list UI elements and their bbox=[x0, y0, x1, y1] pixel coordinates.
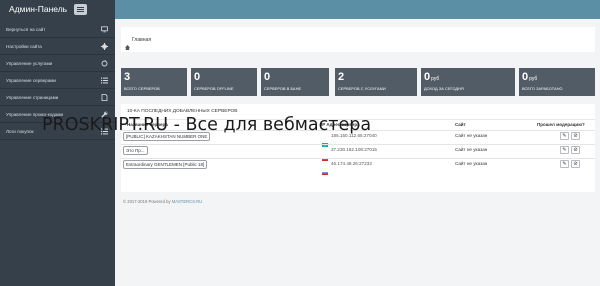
stat-value: 2 bbox=[338, 71, 345, 83]
breadcrumb: Главная bbox=[121, 27, 595, 52]
list-icon bbox=[101, 77, 108, 84]
sidebar-item-services[interactable]: Управление услугами bbox=[0, 55, 115, 72]
sidebar-item-back-to-site[interactable]: Вернуться на сайт bbox=[0, 21, 115, 38]
stat-unit: руб bbox=[529, 76, 538, 82]
edit-icon[interactable]: ✎ bbox=[560, 132, 569, 140]
stat-unit: руб bbox=[431, 76, 440, 82]
footer: © 2017-2019 Powered by MASTERCS.RU bbox=[123, 199, 202, 204]
flag-ru-icon bbox=[322, 162, 328, 175]
stat-value: 0 bbox=[194, 71, 201, 83]
stat-servers-banned: 0 СЕРВЕРОВ В БАНЕ bbox=[261, 68, 329, 96]
server-site: Сайт не указан bbox=[455, 147, 488, 152]
stat-label: СЕРВЕРОВ OFFLINE bbox=[194, 87, 234, 91]
sidebar: Вернуться на сайт Настройки сайта Управл… bbox=[0, 19, 115, 286]
sidebar-item-label: Управление услугами bbox=[6, 61, 53, 66]
sidebar-item-label: Логи покупок bbox=[6, 129, 34, 134]
flag-ru-icon bbox=[322, 148, 328, 161]
stat-servers-offline: 0 СЕРВЕРОВ OFFLINE bbox=[191, 68, 257, 96]
stat-income-today: 0руб ДОХОД ЗА СЕГОДНЯ bbox=[421, 68, 515, 96]
panel-title: 10-КА ПОСЛЕДНИХ ДОБАВЛЕННЫХ СЕРВЕРОВ bbox=[127, 109, 238, 114]
stat-label: ДОХОД ЗА СЕГОДНЯ bbox=[424, 87, 464, 91]
document-icon bbox=[101, 94, 108, 101]
footer-link[interactable]: MASTERCS.RU bbox=[172, 199, 202, 204]
sidebar-item-pages[interactable]: Управление страницами bbox=[0, 89, 115, 106]
stat-total-servers: 3 ВСЕГО СЕРВЕРОВ bbox=[121, 68, 187, 96]
stat-value: 0 bbox=[522, 71, 529, 83]
server-name[interactable]: Это Пр... bbox=[123, 146, 148, 155]
server-ip: 46.174.48.26:27232 bbox=[331, 161, 372, 166]
column-header-site: Сайт bbox=[455, 122, 466, 127]
stat-servers-with-services: 2 СЕРВЕРОВ С УСЛУГАМИ bbox=[335, 68, 417, 96]
gear-icon bbox=[101, 43, 108, 50]
sidebar-item-site-settings[interactable]: Настройки сайта bbox=[0, 38, 115, 55]
stat-value: 0 bbox=[424, 71, 431, 83]
brand-title[interactable]: Админ-Панель bbox=[9, 4, 67, 14]
edit-icon[interactable]: ✎ bbox=[560, 160, 569, 168]
table-row[interactable]: Это Пр... 37.230.162.108:27015 Сайт не у… bbox=[121, 144, 595, 161]
server-site: Сайт не указан bbox=[455, 161, 488, 166]
server-ip: 37.230.162.108:27015 bbox=[331, 147, 377, 152]
sidebar-item-label: Вернуться на сайт bbox=[6, 27, 46, 32]
stat-label: ВСЕГО СЕРВЕРОВ bbox=[124, 87, 160, 91]
table-row[interactable]: Extraordinary GENTLEMEN [Public 18] 46.1… bbox=[121, 158, 595, 175]
ban-icon[interactable]: ⊘ bbox=[571, 160, 580, 168]
ban-icon[interactable]: ⊘ bbox=[571, 132, 580, 140]
server-name[interactable]: Extraordinary GENTLEMEN [Public 18] bbox=[123, 160, 208, 169]
stat-total-earned: 0руб ВСЕГО ЗАРАБОТАНО bbox=[519, 68, 595, 96]
column-header-moderation: Прошел модерацию? bbox=[537, 122, 585, 127]
watermark-text: PROSKRIPT.RU - Все для вебмастера bbox=[42, 115, 372, 135]
footer-text: © 2017-2019 Powered by bbox=[123, 199, 172, 204]
edit-icon[interactable]: ✎ bbox=[560, 146, 569, 154]
server-site: Сайт не указан bbox=[455, 133, 488, 138]
sidebar-item-servers[interactable]: Управление серверами bbox=[0, 72, 115, 89]
monitor-icon bbox=[101, 26, 108, 33]
hamburger-icon bbox=[77, 7, 84, 8]
main-content: Главная 3 ВСЕГО СЕРВЕРОВ 0 СЕРВЕРОВ OFFL… bbox=[115, 19, 600, 286]
sidebar-item-label: Управление серверами bbox=[6, 78, 56, 83]
breadcrumb-home[interactable]: Главная bbox=[132, 37, 151, 43]
home-icon bbox=[125, 37, 130, 50]
sidebar-toggle-button[interactable] bbox=[74, 4, 87, 15]
sidebar-item-label: Управление страницами bbox=[6, 95, 59, 100]
stat-label: СЕРВЕРОВ С УСЛУГАМИ bbox=[338, 87, 386, 91]
sidebar-item-label: Настройки сайта bbox=[6, 44, 42, 49]
ban-icon[interactable]: ⊘ bbox=[571, 146, 580, 154]
stat-value: 3 bbox=[124, 71, 131, 83]
stat-label: ВСЕГО ЗАРАБОТАНО bbox=[522, 87, 563, 91]
brand-area: Админ-Панель bbox=[0, 0, 115, 19]
stat-value: 0 bbox=[264, 71, 271, 83]
refresh-icon bbox=[101, 60, 108, 67]
stat-label: СЕРВЕРОВ В БАНЕ bbox=[264, 87, 302, 91]
